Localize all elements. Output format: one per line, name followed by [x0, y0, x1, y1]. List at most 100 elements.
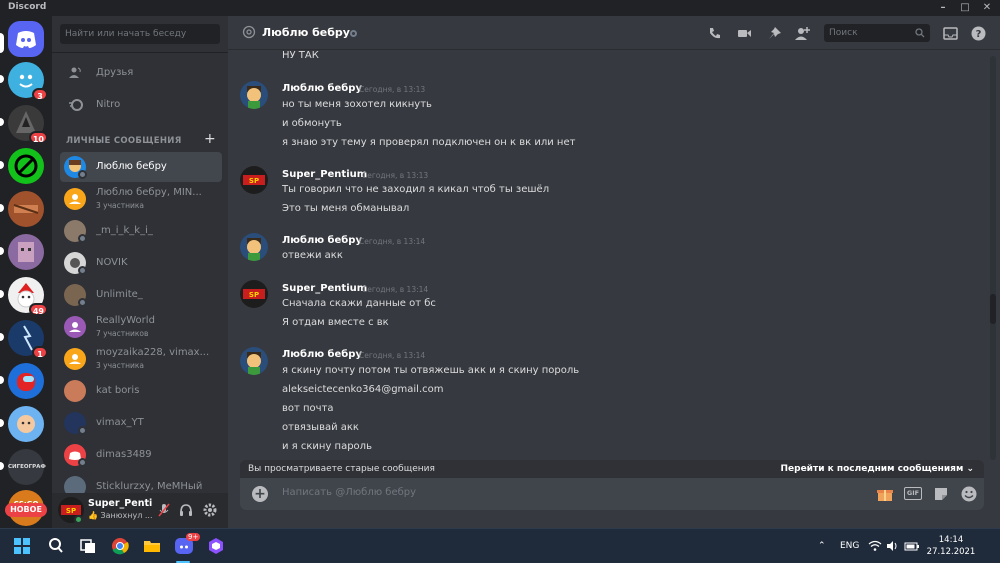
chat-search-input[interactable]: Поиск	[824, 24, 930, 42]
server-icon[interactable]	[8, 363, 44, 399]
show-hidden-icons-icon[interactable]: ⌃	[818, 541, 826, 551]
message-author[interactable]: Люблю бебру	[282, 349, 362, 360]
find-conversation-input[interactable]: Найти или начать беседу	[60, 24, 220, 44]
message-input[interactable]: Написать @Люблю бебру	[282, 487, 416, 498]
emoji-icon[interactable]	[960, 485, 978, 503]
chat-area: Люблю бебру Поиск ? НУ ТАК Люблю бебру С…	[228, 16, 1000, 528]
unread-indicator	[0, 75, 4, 83]
user-status-dot	[74, 515, 83, 524]
sticker-icon[interactable]	[932, 485, 950, 503]
upload-plus-icon[interactable]: +	[252, 486, 268, 502]
message-avatar[interactable]	[240, 233, 268, 261]
gift-icon[interactable]	[876, 485, 894, 503]
discord-logo-icon	[16, 31, 36, 48]
server-icon[interactable]	[8, 406, 44, 442]
voice-call-icon[interactable]	[706, 25, 723, 42]
window-title: Discord	[8, 2, 47, 12]
pin-icon[interactable]	[766, 25, 783, 42]
help-icon[interactable]: ?	[970, 25, 987, 42]
unread-indicator	[0, 333, 4, 341]
dm-item[interactable]: Люблю бебру	[60, 152, 222, 182]
chrome-icon[interactable]	[110, 536, 130, 556]
headphones-icon[interactable]	[178, 502, 194, 518]
unread-badge: 3	[32, 88, 48, 101]
search-icon[interactable]	[46, 536, 66, 556]
message-timestamp: Сегодня, в 13:13	[362, 171, 429, 180]
old-messages-text: Вы просматриваете старые сообщения	[248, 464, 435, 474]
dm-item[interactable]: moyzaika228, vimax... 3 участника	[60, 344, 222, 374]
dm-item[interactable]: Люблю бебру, MIN... 3 участника	[60, 184, 222, 214]
svg-text:?: ?	[976, 29, 982, 40]
nitro-nav-item[interactable]: Nitro	[60, 92, 220, 118]
dm-name: ReallyWorld	[96, 315, 155, 326]
home-button[interactable]	[8, 21, 44, 57]
unread-indicator	[0, 161, 4, 169]
app-icon[interactable]	[206, 536, 226, 556]
dm-members: 3 участника	[96, 201, 145, 210]
inbox-icon[interactable]	[942, 25, 959, 42]
gif-button[interactable]: GIF	[904, 487, 922, 500]
message-text: НУ ТАК	[282, 51, 319, 61]
battery-icon[interactable]	[904, 539, 920, 553]
friends-icon	[69, 67, 81, 78]
settings-gear-icon[interactable]	[202, 502, 218, 518]
dm-item[interactable]: Unlimite_	[60, 280, 222, 310]
server-icon-sigeograf[interactable]: СИГЕОГРАФ	[8, 449, 46, 485]
close-icon[interactable]: ✕	[976, 0, 998, 16]
mute-mic-icon[interactable]	[156, 502, 172, 518]
message-composer[interactable]: + Написать @Люблю бебру GIF	[240, 478, 984, 510]
unread-indicator	[0, 376, 4, 384]
video-call-icon[interactable]	[736, 25, 753, 42]
message-author[interactable]: Super_Pentium	[282, 169, 367, 180]
message-text: отвежи акк	[282, 250, 343, 261]
server-icon[interactable]	[8, 191, 44, 227]
server-icon[interactable]: 49	[8, 277, 48, 316]
message-text: я скину почту потом ты отвяжешь акк и я …	[282, 365, 580, 376]
dm-item[interactable]: dimas3489	[60, 440, 222, 470]
friends-nav-item[interactable]: Друзья	[60, 60, 220, 86]
message-author[interactable]: Люблю бебру	[282, 83, 362, 94]
maximize-icon[interactable]: □	[954, 0, 976, 16]
message-avatar[interactable]: SP	[240, 166, 268, 194]
dm-name: vimax_YT	[96, 417, 144, 428]
add-friend-icon[interactable]	[794, 25, 811, 42]
dm-item[interactable]: NOVIK	[60, 248, 222, 278]
unread-indicator	[0, 419, 4, 427]
server-icon[interactable]: 10	[8, 105, 48, 144]
new-badge[interactable]: НОВОЕ	[5, 503, 47, 517]
create-dm-plus-icon[interactable]: +	[204, 131, 216, 147]
avatar	[64, 380, 86, 402]
jump-to-present-button[interactable]: Перейти к последним сообщениям ⌄	[781, 460, 975, 478]
dm-item[interactable]: ReallyWorld 7 участников	[60, 312, 222, 342]
message-author[interactable]: Super_Pentium	[282, 283, 367, 294]
scrollbar[interactable]	[990, 56, 996, 460]
scrollbar-thumb[interactable]	[990, 294, 996, 324]
message-text: отвязывай акк	[282, 422, 359, 433]
clock[interactable]: 14:14 27.12.2021	[926, 534, 976, 558]
at-icon	[242, 25, 256, 39]
wifi-icon[interactable]	[868, 539, 882, 553]
message-avatar[interactable]	[240, 347, 268, 375]
language-indicator[interactable]: ENG	[840, 541, 859, 551]
dm-item[interactable]: kat boris	[60, 376, 222, 406]
message-avatar[interactable]: SP	[240, 280, 268, 308]
start-icon[interactable]	[12, 536, 32, 556]
dm-item[interactable]: vimax_YT	[60, 408, 222, 438]
message-author[interactable]: Люблю бебру	[282, 235, 362, 246]
volume-icon[interactable]	[886, 539, 900, 553]
unread-badge: 49	[28, 303, 48, 316]
divider	[52, 52, 228, 53]
dm-name: _m_i_k_k_i_	[96, 225, 153, 236]
minimize-icon[interactable]: –	[932, 0, 954, 16]
server-icon[interactable]	[8, 234, 44, 270]
dm-item[interactable]: _m_i_k_k_i_	[60, 216, 222, 246]
server-icon[interactable]: 3	[8, 62, 48, 101]
server-icon[interactable]: 1	[8, 320, 48, 359]
dm-section-header: ЛИЧНЫЕ СООБЩЕНИЯ	[66, 136, 182, 146]
user-name: Super_Penti...	[88, 498, 152, 509]
message-timestamp: Сегодня, в 13:14	[359, 237, 426, 246]
task-view-icon[interactable]	[78, 536, 98, 556]
file-explorer-icon[interactable]	[142, 536, 162, 556]
server-icon[interactable]	[8, 148, 44, 184]
message-avatar[interactable]	[240, 81, 268, 109]
